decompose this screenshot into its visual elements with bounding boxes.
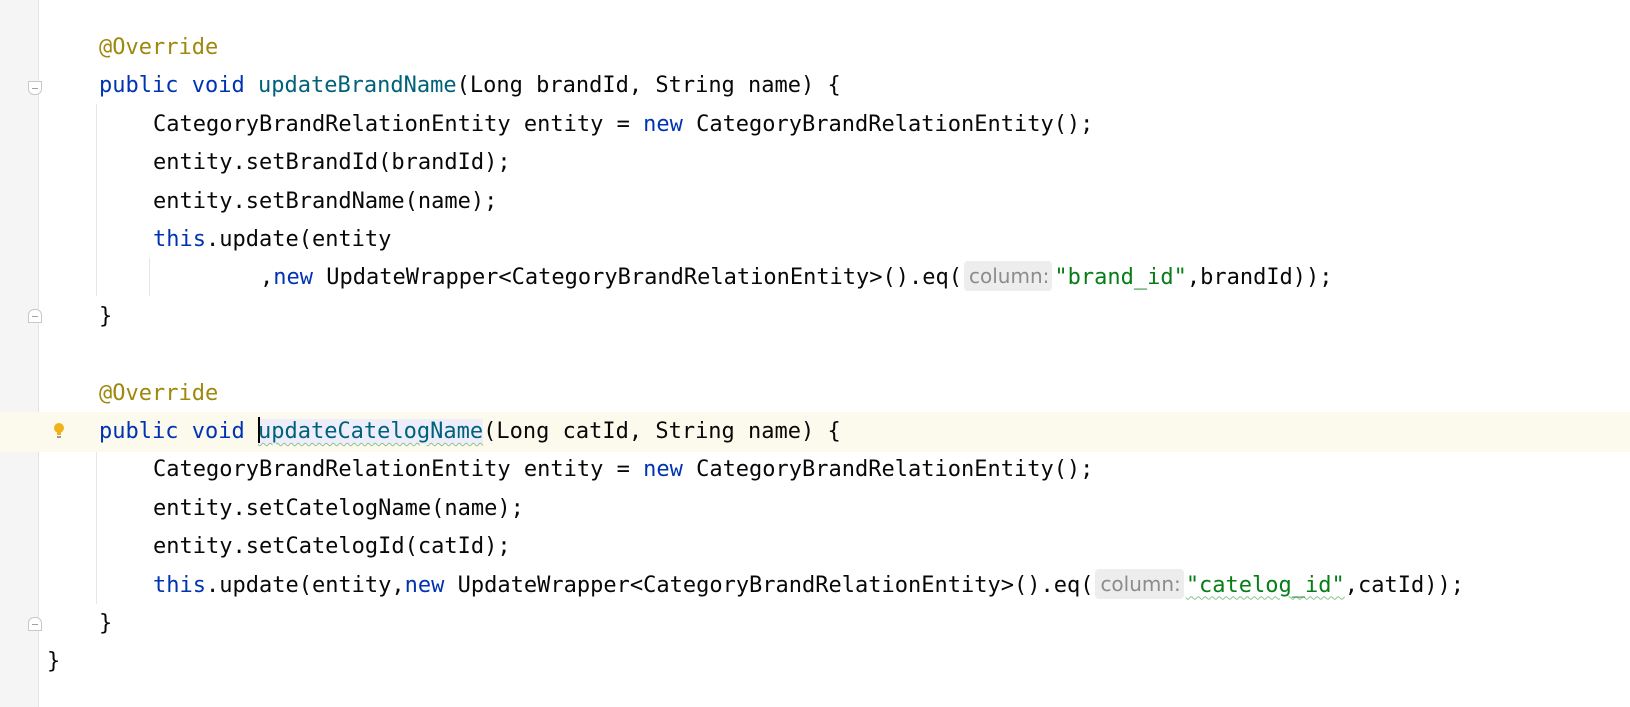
code-line-content: @Override <box>99 374 218 414</box>
code-line[interactable]: this.update(entity,new UpdateWrapper<Cat… <box>39 566 1630 606</box>
code-line[interactable]: @Override <box>39 374 1630 414</box>
code-token: ,catId)); <box>1344 572 1464 598</box>
code-line[interactable]: entity.setBrandId(brandId); <box>39 143 1630 183</box>
keyword-token: public <box>99 419 179 444</box>
code-line[interactable]: } <box>39 642 1630 682</box>
keyword-token: new <box>643 457 683 483</box>
code-line[interactable]: ,new UpdateWrapper<CategoryBrandRelation… <box>39 258 1630 298</box>
code-token: } <box>99 611 113 636</box>
code-line-content: public void updateCatelogName(Long catId… <box>99 412 841 452</box>
code-token: entity.setBrandName(name); <box>153 188 498 214</box>
keyword-token: public <box>99 73 179 99</box>
keyword-token: void <box>191 419 245 444</box>
code-line-content: CategoryBrandRelationEntity entity = new… <box>153 105 1093 145</box>
code-token: } <box>47 649 61 675</box>
code-line[interactable]: entity.setCatelogName(name); <box>39 489 1630 529</box>
text-caret <box>257 417 260 443</box>
code-line-content: this.update(entity,new UpdateWrapper<Cat… <box>153 566 1464 606</box>
code-token: UpdateWrapper<CategoryBrandRelationEntit… <box>444 572 1094 598</box>
code-token: CategoryBrandRelationEntity(); <box>682 457 1094 483</box>
code-token: UpdateWrapper<CategoryBrandRelationEntit… <box>313 265 963 291</box>
code-token: entity.setCatelogId(catId); <box>153 534 511 560</box>
code-line-content: this.update(entity <box>153 220 391 260</box>
code-line-content: } <box>99 604 112 644</box>
code-line[interactable]: CategoryBrandRelationEntity entity = new… <box>39 105 1630 145</box>
keyword-token: new <box>273 265 313 291</box>
code-editor[interactable]: @Override public void updateBrandName(Lon… <box>0 0 1630 707</box>
method-name-token: updateBrandName <box>257 73 457 99</box>
code-line-content: } <box>99 297 112 337</box>
code-token: } <box>99 303 113 329</box>
code-token: entity.setBrandId(brandId); <box>153 150 511 176</box>
keyword-token: new <box>643 111 683 137</box>
code-line[interactable]: CategoryBrandRelationEntity entity = new… <box>39 450 1630 490</box>
code-line-content: ,new UpdateWrapper<CategoryBrandRelation… <box>260 258 1333 298</box>
code-token: CategoryBrandRelationEntity(); <box>682 111 1094 137</box>
code-token: .update(entity <box>205 227 392 252</box>
code-token: CategoryBrandRelationEntity entity = <box>153 457 644 483</box>
code-line-content: public void updateBrandName(Long brandId… <box>99 66 841 106</box>
code-token: (Long brandId, String name) { <box>456 73 841 99</box>
code-line-content: entity.setCatelogName(name); <box>153 489 524 529</box>
parameter-hint: column: <box>1095 568 1184 599</box>
keyword-token: void <box>191 73 245 99</box>
code-line-content: entity.setBrandName(name); <box>153 182 497 222</box>
code-line-content: CategoryBrandRelationEntity entity = new… <box>153 450 1093 490</box>
code-token: , <box>260 265 274 291</box>
annotation-token: @Override <box>99 380 219 406</box>
lightbulb-icon[interactable] <box>52 421 66 441</box>
method-name-token: updateCatelogName <box>257 419 484 444</box>
code-token: ,brandId)); <box>1186 265 1333 291</box>
code-line[interactable]: public void updateCatelogName(Long catId… <box>0 412 1630 452</box>
code-line-content: entity.setCatelogId(catId); <box>153 527 511 567</box>
code-token: CategoryBrandRelationEntity entity = <box>153 111 644 137</box>
parameter-hint: column: <box>964 261 1053 292</box>
keyword-token: new <box>404 572 445 598</box>
code-token: entity.setCatelogName(name); <box>153 495 524 521</box>
code-line-content: entity.setBrandId(brandId); <box>153 143 511 183</box>
string-literal-token: "catelog_id" <box>1185 572 1345 598</box>
code-line[interactable]: public void updateBrandName(Long brandId… <box>39 66 1630 106</box>
code-token: (Long catId, String name) { <box>483 419 841 444</box>
code-line-content: @Override <box>99 28 218 68</box>
string-literal-token: "brand_id" <box>1054 265 1187 291</box>
code-line[interactable]: this.update(entity <box>39 220 1630 260</box>
code-line[interactable]: } <box>39 297 1630 337</box>
editor-gutter <box>0 0 39 707</box>
code-line[interactable]: } <box>39 604 1630 644</box>
keyword-token: this <box>153 227 206 252</box>
code-line-content: } <box>47 642 60 682</box>
code-token: .update(entity, <box>205 572 405 598</box>
code-line[interactable]: @Override <box>39 28 1630 68</box>
code-line[interactable] <box>39 335 1630 375</box>
code-line[interactable]: entity.setBrandName(name); <box>39 182 1630 222</box>
keyword-token: this <box>153 572 206 598</box>
annotation-token: @Override <box>99 35 219 60</box>
code-line[interactable]: entity.setCatelogId(catId); <box>39 527 1630 567</box>
